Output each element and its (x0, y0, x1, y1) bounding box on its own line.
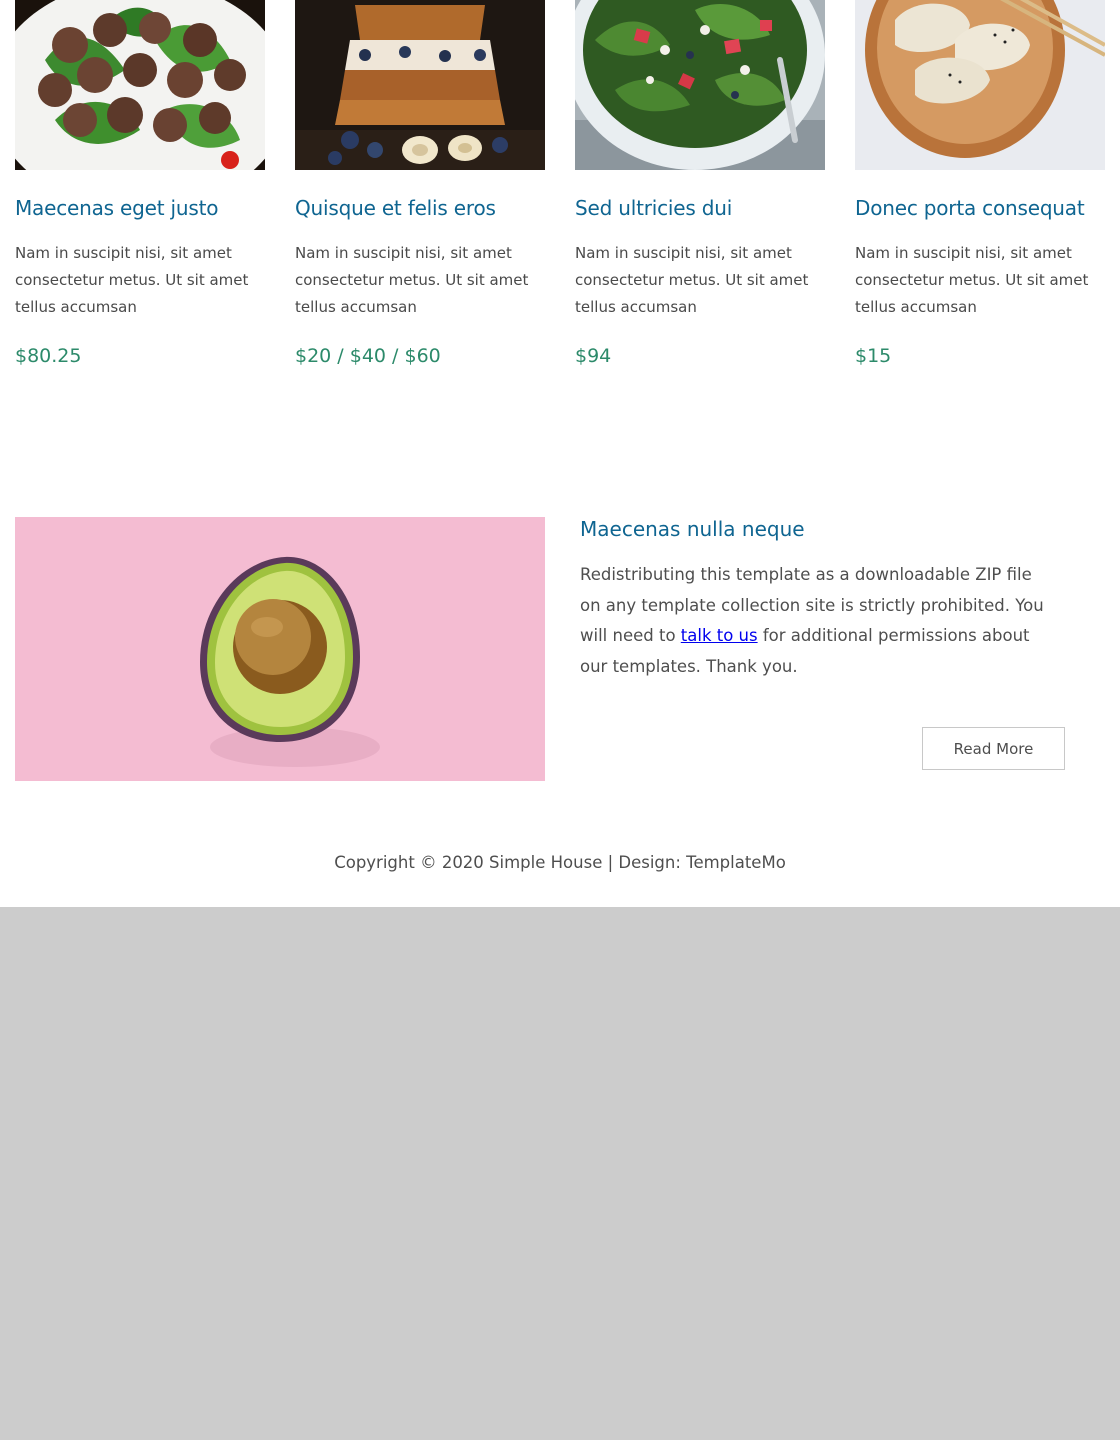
french-toast-blueberries-image (295, 0, 545, 170)
menu-item-price: $94 (575, 345, 612, 367)
menu-item-description: Nam in suscipit nisi, sit amet consectet… (575, 244, 809, 316)
read-more-button[interactable]: Read More (922, 727, 1065, 770)
menu-items-grid: Maecenas eget justo Nam in suscipit nisi… (15, 0, 1105, 400)
meatballs-on-salad-image (15, 0, 265, 170)
feature-paragraph: Redistributing this template as a downlo… (580, 560, 1050, 682)
page: Maecenas eget justo Nam in suscipit nisi… (0, 0, 1120, 907)
feature-title: Maecenas nulla neque (580, 517, 805, 541)
menu-item-description: Nam in suscipit nisi, sit amet consectet… (15, 244, 249, 316)
menu-item-card: Sed ultricies dui Nam in suscipit nisi, … (575, 0, 825, 367)
avocado-half-image (15, 517, 545, 781)
talk-to-us-link[interactable]: talk to us (681, 626, 758, 645)
menu-item-title: Quisque et felis eros (295, 196, 496, 220)
menu-item-card: Quisque et felis eros Nam in suscipit ni… (295, 0, 545, 367)
menu-item-card: Maecenas eget justo Nam in suscipit nisi… (15, 0, 265, 367)
menu-item-price: $80.25 (15, 345, 82, 367)
footer-copyright: Copyright © 2020 Simple House | Design: … (334, 853, 786, 872)
green-salad-bowl-image (575, 0, 825, 170)
menu-item-title: Donec porta consequat (855, 196, 1085, 220)
menu-item-title: Maecenas eget justo (15, 196, 219, 220)
menu-item-description: Nam in suscipit nisi, sit amet consectet… (855, 244, 1089, 316)
menu-item-price: $15 (855, 345, 892, 367)
menu-item-card: Donec porta consequat Nam in suscipit ni… (855, 0, 1105, 367)
dumplings-plate-image (855, 0, 1105, 170)
menu-item-description: Nam in suscipit nisi, sit amet consectet… (295, 244, 529, 316)
menu-item-title: Sed ultricies dui (575, 196, 733, 220)
menu-item-price: $20 / $40 / $60 (295, 345, 441, 367)
